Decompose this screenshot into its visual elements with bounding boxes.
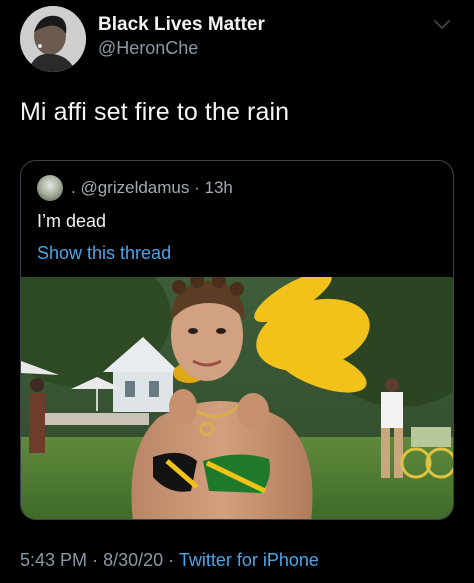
quoted-tweet-meta: . @grizeldamus · 13h bbox=[71, 178, 233, 198]
quoted-tweet-text: I’m dead bbox=[37, 211, 107, 231]
tweet: Black Lives Matter @HeronChe Mi affi set… bbox=[0, 0, 474, 583]
tweet-source-link[interactable]: Twitter for iPhone bbox=[179, 550, 319, 570]
quoted-tweet-card[interactable]: . @grizeldamus · 13h I’m dead Show this … bbox=[20, 160, 454, 520]
chevron-down-icon[interactable] bbox=[432, 18, 452, 32]
author-avatar[interactable] bbox=[20, 6, 86, 72]
quoted-separator: . bbox=[71, 178, 76, 197]
footer-dot: · bbox=[92, 550, 99, 570]
show-thread-link[interactable]: Show this thread bbox=[37, 243, 171, 264]
photo-image bbox=[21, 277, 453, 519]
tweet-date[interactable]: 8/30/20 bbox=[103, 550, 163, 570]
tweet-text: Mi affi set fire to the rain bbox=[20, 98, 290, 126]
quoted-author-handle[interactable]: @grizeldamus bbox=[80, 178, 189, 197]
tweet-footer: 5:43 PM · 8/30/20 · Twitter for iPhone bbox=[20, 550, 319, 571]
avatar-photo bbox=[20, 6, 86, 72]
quoted-tweet-time[interactable]: 13h bbox=[205, 178, 233, 197]
footer-dot: · bbox=[168, 550, 175, 570]
author-display-name[interactable]: Black Lives Matter bbox=[98, 14, 265, 36]
tweet-time[interactable]: 5:43 PM bbox=[20, 550, 87, 570]
meta-dot: · bbox=[194, 178, 200, 197]
quoted-tweet-photo[interactable] bbox=[21, 277, 453, 519]
quoted-author-avatar[interactable] bbox=[37, 175, 63, 201]
author-handle[interactable]: @HeronChe bbox=[98, 38, 198, 59]
